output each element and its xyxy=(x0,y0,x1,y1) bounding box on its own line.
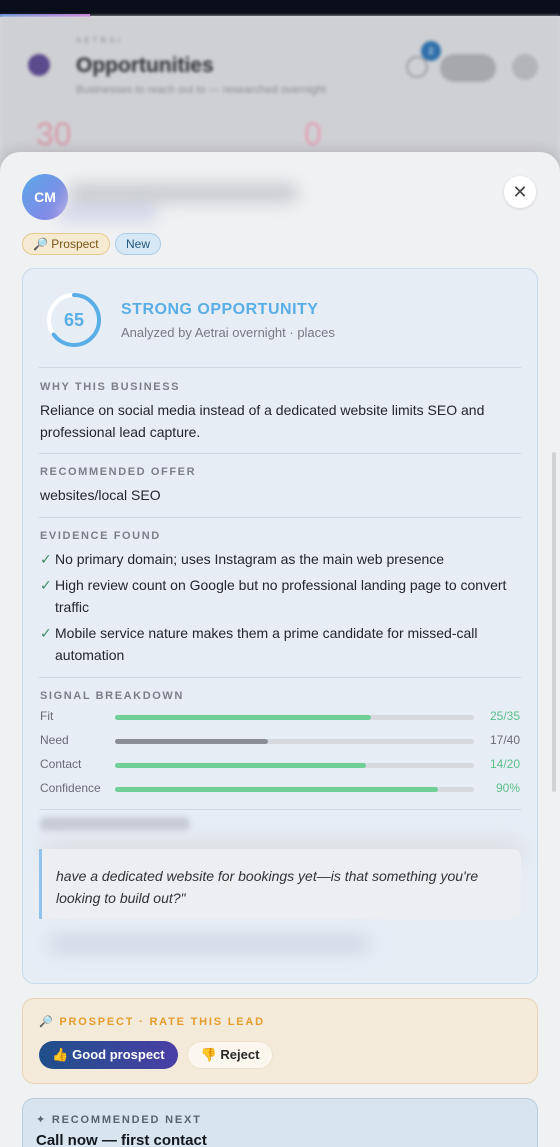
rate-lead-label: 🔎 PROSPECT · RATE THIS LEAD xyxy=(39,1016,265,1028)
suggested-opening-quote: have a dedicated website for bookings ye… xyxy=(39,849,521,919)
recommended-next-action: Call now — first contact xyxy=(36,1132,207,1147)
signal-bar-fill xyxy=(115,787,439,792)
signal-value: 25/35 xyxy=(489,709,520,723)
app-logo xyxy=(28,54,50,76)
rate-lead-card: 🔎 PROSPECT · RATE THIS LEAD 👍 Good prosp… xyxy=(22,998,538,1084)
signal-row-need: Need 17/40 xyxy=(40,733,520,749)
signal-value: 14/20 xyxy=(489,757,520,771)
evidence-item: ✓ High review count on Google but no prof… xyxy=(40,574,510,618)
background-avatar xyxy=(512,54,538,80)
divider xyxy=(39,677,521,678)
signal-label: Contact xyxy=(40,757,82,771)
signal-bar-fill xyxy=(115,739,268,744)
check-icon: ✓ xyxy=(40,577,52,593)
lead-name-redacted xyxy=(58,172,308,220)
signal-label: Need xyxy=(40,733,69,747)
recommended-next-label: ✦ RECOMMENDED NEXT xyxy=(36,1114,202,1126)
evidence-section-label: EVIDENCE FOUND xyxy=(40,530,161,542)
signal-bar-fill xyxy=(115,763,367,768)
analyzed-by-text: Analyzed by Aetrai overnight · places xyxy=(121,325,335,340)
background-page: AETRAI Opportunities Businesses to reach… xyxy=(0,16,560,166)
analysis-card: 65 STRONG OPPORTUNITY Analyzed by Aetrai… xyxy=(22,268,538,984)
background-toggle xyxy=(440,54,496,82)
prospect-tag: 🔎 Prospect xyxy=(22,233,110,255)
signal-label: Confidence xyxy=(40,781,101,795)
notification-badge: 2 xyxy=(421,41,441,61)
divider xyxy=(39,367,521,368)
divider xyxy=(39,809,521,810)
check-icon: ✓ xyxy=(40,551,52,567)
why-section-label: WHY THIS BUSINESS xyxy=(40,381,181,393)
opportunity-verdict: STRONG OPPORTUNITY xyxy=(121,301,319,318)
signal-row-contact: Contact 14/20 xyxy=(40,757,520,773)
signal-bar-track xyxy=(115,715,474,720)
reject-button[interactable]: 👎 Reject xyxy=(187,1041,273,1069)
check-icon: ✓ xyxy=(40,625,52,641)
recommended-next-card[interactable]: ✦ RECOMMENDED NEXT Call now — first cont… xyxy=(22,1098,538,1147)
background-page-subtitle: Businesses to reach out to — researched … xyxy=(76,84,327,96)
signal-bar-track xyxy=(115,763,474,768)
background-page-title: Opportunities xyxy=(76,54,214,77)
signal-value: 17/40 xyxy=(489,733,520,747)
signal-row-confidence: Confidence 90% xyxy=(40,781,520,797)
background-stat: 30 xyxy=(36,116,72,152)
signal-value: 90% xyxy=(495,781,520,795)
opportunity-score: 65 xyxy=(63,309,85,330)
close-icon: ✕ xyxy=(512,181,528,202)
signal-section-label: SIGNAL BREAKDOWN xyxy=(40,690,184,702)
signal-label: Fit xyxy=(40,709,54,723)
lead-detail-sheet: CM ✕ 🔎 Prospect New 65 STRONG OPPORTUNIT… xyxy=(0,152,560,1147)
evidence-item: ✓ No primary domain; uses Instagram as th… xyxy=(40,548,510,570)
scrollbar[interactable] xyxy=(552,452,556,792)
signal-bar-track xyxy=(115,739,474,744)
good-prospect-button[interactable]: 👍 Good prospect xyxy=(39,1041,178,1069)
close-button[interactable]: ✕ xyxy=(504,176,536,208)
evidence-item: ✓ Mobile service nature makes them a prim… xyxy=(40,622,510,666)
signal-row-fit: Fit 25/35 xyxy=(40,709,520,725)
why-section-text: Reliance on social media instead of a de… xyxy=(40,402,485,440)
new-tag: New xyxy=(115,233,162,255)
background-stat: 0 xyxy=(304,116,322,152)
offer-section-label: RECOMMENDED OFFER xyxy=(40,466,197,478)
redacted-line xyxy=(39,931,419,957)
divider xyxy=(39,517,521,518)
background-eyebrow: AETRAI xyxy=(76,36,123,45)
recommended-offer-text: websites/local SEO xyxy=(40,487,161,503)
signal-bar-track xyxy=(115,787,474,792)
opening-quote-text: have a dedicated website for bookings ye… xyxy=(56,868,479,906)
divider xyxy=(39,453,521,454)
signal-bar-fill xyxy=(115,715,372,720)
status-bar xyxy=(0,0,560,17)
